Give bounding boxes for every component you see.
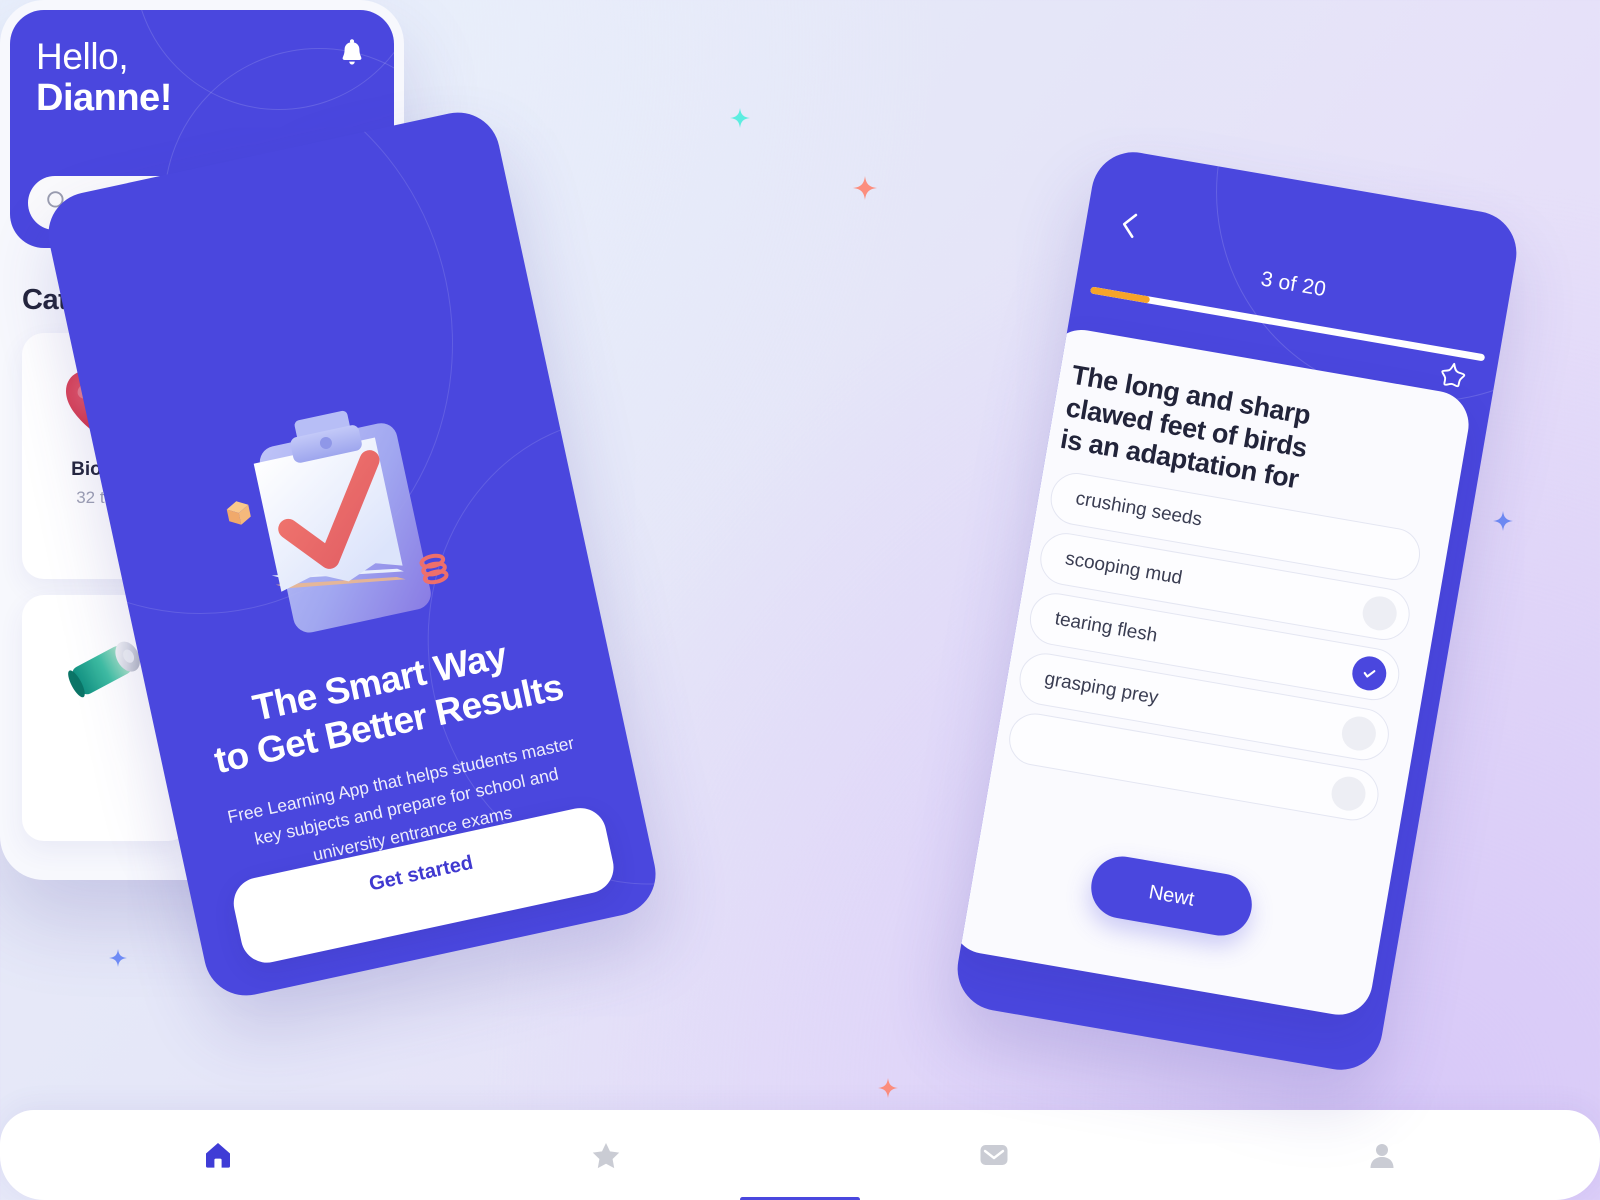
- next-question-button[interactable]: Newt: [1086, 851, 1257, 941]
- question-counter: 3 of 20: [1259, 267, 1328, 302]
- sparkle-icon: [853, 176, 877, 200]
- answer-option-label: tearing flesh: [1053, 608, 1159, 647]
- sparkle-icon: [730, 108, 750, 128]
- answer-radio-knob[interactable]: [1339, 713, 1379, 754]
- quiz-card: The long and sharp clawed feet of birds …: [951, 324, 1474, 1020]
- answer-selected-check-icon[interactable]: [1349, 653, 1389, 694]
- answer-option-label: crushing seeds: [1074, 488, 1204, 531]
- sparkle-icon: [878, 1078, 898, 1098]
- answer-radio-knob[interactable]: [1328, 773, 1369, 814]
- answer-option-label: grasping prey: [1042, 668, 1160, 709]
- sparkle-icon: [109, 949, 127, 967]
- back-button[interactable]: [1112, 208, 1147, 243]
- answer-radio-knob[interactable]: [1360, 593, 1400, 633]
- clipboard-checkmark-3d-icon: [191, 366, 496, 665]
- app-showcase-stage: The Smart Way to Get Better Results Free…: [0, 0, 1600, 1200]
- star-outline-icon[interactable]: [1432, 357, 1471, 396]
- bell-icon[interactable]: [338, 38, 366, 68]
- sparkle-icon: [1493, 511, 1513, 531]
- answer-options-list: crushing seeds scooping mud tearing flesh g…: [1005, 469, 1425, 825]
- quiz-phone: 3 of 20 The long and sharp clawed feet o…: [951, 145, 1523, 1077]
- answer-option-label: scooping mud: [1063, 548, 1184, 589]
